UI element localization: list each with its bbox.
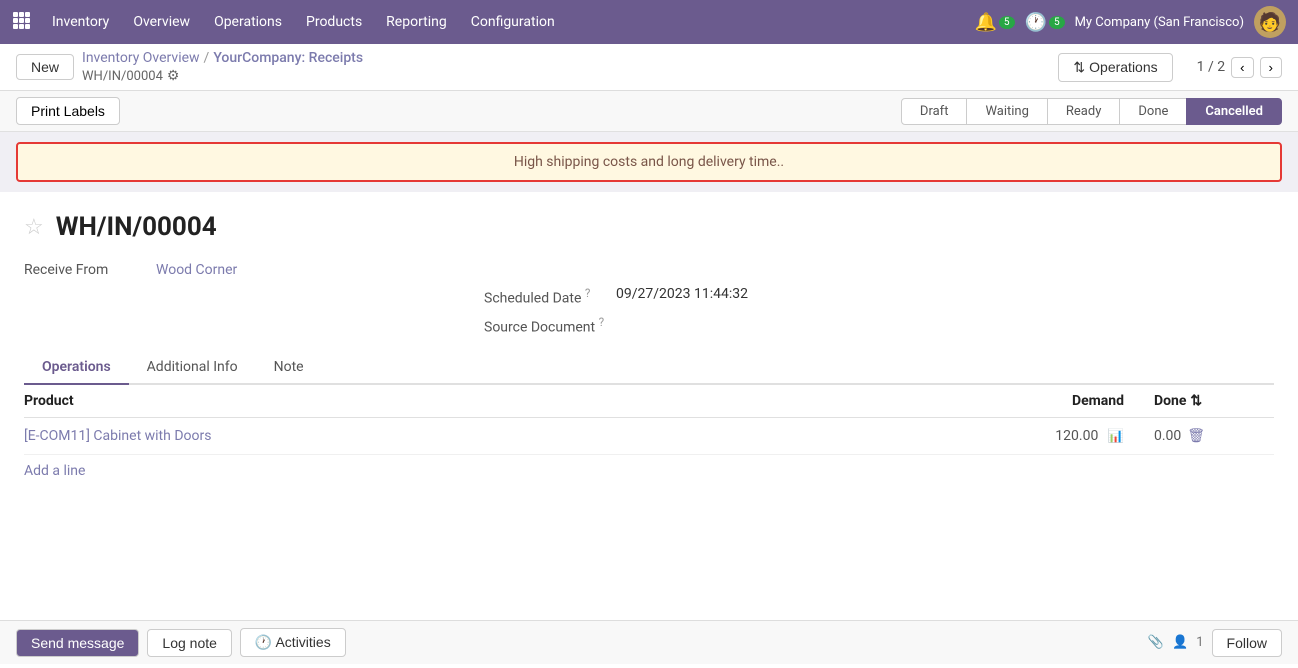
follow-button[interactable]: Follow <box>1212 629 1282 657</box>
main-form: ☆ WH/IN/00004 Receive From Wood Corner S… <box>0 192 1298 503</box>
scheduled-date-field: Scheduled Date ? 09/27/2023 11:44:32 <box>484 286 748 307</box>
done-value: 0.00 🗑 <box>1154 428 1274 444</box>
delete-row-icon[interactable]: 🗑 <box>1187 428 1205 444</box>
breadcrumb-bar: New Inventory Overview / YourCompany: Re… <box>0 44 1298 91</box>
fields-section-2: Scheduled Date ? 09/27/2023 11:44:32 Sou… <box>24 286 1274 335</box>
send-message-button[interactable]: Send message <box>16 629 139 657</box>
activities-button[interactable]: 🕐 Activities <box>240 628 346 657</box>
notif-count-2: 5 <box>1049 16 1065 29</box>
forecast-icon[interactable]: 📊 <box>1108 429 1124 444</box>
tab-operations[interactable]: Operations <box>24 351 129 385</box>
warning-text: High shipping costs and long delivery ti… <box>514 154 784 170</box>
tab-note[interactable]: Note <box>256 351 322 385</box>
scheduled-date-label: Scheduled Date ? <box>484 286 604 307</box>
print-labels-button[interactable]: Print Labels <box>16 97 120 125</box>
prev-button[interactable]: ‹ <box>1231 57 1253 78</box>
source-doc-field: Source Document ? <box>484 315 748 336</box>
nav-inventory[interactable]: Inventory <box>42 8 119 36</box>
company-name: My Company (San Francisco) <box>1075 15 1244 30</box>
record-id: WH/IN/00004 <box>56 212 217 242</box>
grid-icon[interactable] <box>12 11 30 33</box>
nav-reporting[interactable]: Reporting <box>376 8 457 36</box>
settings-icon[interactable]: ⚙ <box>167 68 180 84</box>
user-avatar[interactable]: 🧑 <box>1254 6 1286 38</box>
breadcrumb-separator: / <box>204 50 210 66</box>
pagination: 1 / 2 ‹ › <box>1197 57 1282 78</box>
nav-overview[interactable]: Overview <box>123 8 200 36</box>
source-doc-label: Source Document ? <box>484 315 604 336</box>
fields-section: Receive From Wood Corner <box>24 262 1274 278</box>
scheduled-date-value: 09/27/2023 11:44:32 <box>616 286 748 302</box>
receive-from-value[interactable]: Wood Corner <box>156 262 237 278</box>
status-cancelled[interactable]: Cancelled <box>1186 98 1282 125</box>
notification-bell[interactable]: 🔔 5 <box>974 12 1014 33</box>
nav-configuration[interactable]: Configuration <box>461 8 565 36</box>
col-product-header: Product <box>24 393 994 409</box>
status-draft[interactable]: Draft <box>901 98 968 125</box>
product-name[interactable]: [E-COM11] Cabinet with Doors <box>24 428 994 444</box>
notification-clock[interactable]: 🕐 5 <box>1025 12 1065 33</box>
nav-products[interactable]: Products <box>296 8 372 36</box>
transfer-icon: ⇅ <box>1073 59 1085 76</box>
col-done-header: Done ⇅ <box>1154 393 1274 409</box>
done-sort-icon[interactable]: ⇅ <box>1190 393 1202 409</box>
operations-button[interactable]: ⇅ Operations <box>1058 53 1172 82</box>
tab-additional-info[interactable]: Additional Info <box>129 351 256 385</box>
receive-from-label: Receive From <box>24 262 144 278</box>
chatter-right: 📎 👤 1 Follow <box>1148 629 1282 657</box>
favorite-star-icon[interactable]: ☆ <box>24 215 44 240</box>
scheduled-date-help: ? <box>585 286 591 300</box>
paperclip-icon[interactable]: 📎 <box>1148 635 1164 650</box>
notif-count-1: 5 <box>999 16 1015 29</box>
pagination-text: 1 / 2 <box>1197 59 1225 75</box>
breadcrumb-receipts[interactable]: YourCompany: Receipts <box>213 50 363 66</box>
top-navigation: Inventory Overview Operations Products R… <box>0 0 1298 44</box>
log-note-button[interactable]: Log note <box>147 629 232 657</box>
operations-table: Product Demand Done ⇅ [E-COM11] Cabinet … <box>24 385 1274 487</box>
breadcrumb-inventory-overview[interactable]: Inventory Overview <box>82 50 200 66</box>
status-done[interactable]: Done <box>1119 98 1187 125</box>
add-line-row: Add a line <box>24 455 1274 487</box>
demand-value: 120.00 📊 <box>994 428 1154 444</box>
receive-from-field: Receive From Wood Corner <box>24 262 237 278</box>
nav-operations[interactable]: Operations <box>204 8 292 36</box>
operations-button-label: Operations <box>1089 59 1157 75</box>
table-header: Product Demand Done ⇅ <box>24 385 1274 418</box>
record-header: ☆ WH/IN/00004 <box>24 212 1274 242</box>
breadcrumb: Inventory Overview / YourCompany: Receip… <box>82 50 1050 84</box>
followers-count: 1 <box>1196 635 1203 650</box>
new-button[interactable]: New <box>16 54 74 80</box>
col-demand-header: Demand <box>994 393 1154 409</box>
status-ready[interactable]: Ready <box>1047 98 1120 125</box>
record-ref: WH/IN/00004 <box>82 69 163 84</box>
chatter-bar: Send message Log note 🕐 Activities 📎 👤 1… <box>0 620 1298 664</box>
add-line-button[interactable]: Add a line <box>24 455 85 487</box>
status-bar: Draft Waiting Ready Done Cancelled <box>902 98 1282 125</box>
next-button[interactable]: › <box>1260 57 1282 78</box>
tabs-row: Operations Additional Info Note <box>24 351 1274 385</box>
action-bar: Print Labels Draft Waiting Ready Done Ca… <box>0 91 1298 132</box>
status-waiting[interactable]: Waiting <box>966 98 1047 125</box>
warning-banner: High shipping costs and long delivery ti… <box>16 142 1282 182</box>
source-doc-help: ? <box>599 315 605 329</box>
followers-icon: 👤 <box>1172 635 1188 650</box>
table-row: [E-COM11] Cabinet with Doors 120.00 📊 0.… <box>24 418 1274 455</box>
content-area: ☆ WH/IN/00004 Receive From Wood Corner S… <box>0 192 1298 668</box>
activities-icon: 🕐 <box>255 634 272 650</box>
